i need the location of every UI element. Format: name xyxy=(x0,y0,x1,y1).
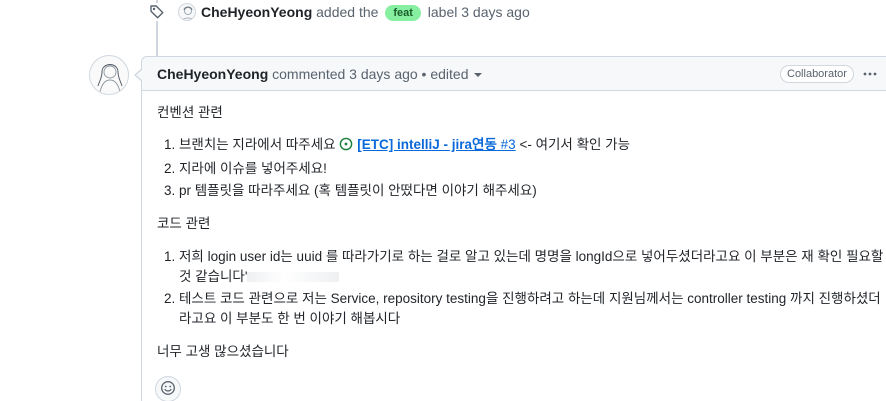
tag-icon xyxy=(148,3,166,21)
kebab-horizontal-icon[interactable] xyxy=(862,66,878,82)
comment-author-link[interactable]: CheHyeonYeong xyxy=(157,66,268,82)
event-action-suffix: label 3 days ago xyxy=(427,4,530,20)
smiley-icon xyxy=(160,380,176,399)
list-item: 저희 login user id는 uuid 를 따라가기로 하는 걸로 알고 … xyxy=(179,247,886,287)
event-actor-avatar[interactable] xyxy=(178,3,196,21)
list-item: pr 템플릿을 따라주세요 (혹 템플릿이 안떴다면 이야기 해주세요) xyxy=(179,181,886,201)
convention-list: 브랜치는 지라에서 따주세요 [ETC] intelliJ - jira연동 #… xyxy=(157,135,886,203)
list-item: 테스트 코드 관련으로 저는 Service, repository testi… xyxy=(179,289,886,329)
event-actor-link[interactable]: CheHyeonYeong xyxy=(201,4,312,20)
issue-link[interactable]: [ETC] intelliJ - jira연동 #3 xyxy=(357,137,515,152)
comment-author-avatar[interactable] xyxy=(89,55,129,95)
issue-opened-icon xyxy=(339,137,353,157)
comment-header-text: CheHyeonYeong commented 3 days ago • edi… xyxy=(157,66,482,82)
label-badge[interactable]: feat xyxy=(385,5,421,21)
event-text: CheHyeonYeong added the feat label 3 day… xyxy=(201,3,530,21)
event-action-prefix: added the xyxy=(316,4,379,20)
label-event: CheHyeonYeong added the feat label 3 day… xyxy=(0,0,886,24)
triangle-down-icon[interactable] xyxy=(473,73,482,77)
section-heading-code: 코드 관련 xyxy=(157,216,211,231)
comment-card: CheHyeonYeong commented 3 days ago • edi… xyxy=(134,56,886,401)
list-item: 지라에 이슈를 넣어주세요! xyxy=(179,159,886,179)
add-reaction-button[interactable] xyxy=(155,376,181,401)
section-heading-convention: 컨벤션 관련 xyxy=(157,105,223,120)
comment-meta[interactable]: commented 3 days ago • edited xyxy=(272,66,468,82)
closing-text: 너무 고생 많으셨습니다 xyxy=(157,344,289,359)
code-list: 저희 login user id는 uuid 를 따라가기로 하는 걸로 알고 … xyxy=(157,247,886,331)
comment-header: CheHyeonYeong commented 3 days ago • edi… xyxy=(142,57,886,91)
redacted-text xyxy=(247,272,340,282)
list-item: 브랜치는 지라에서 따주세요 [ETC] intelliJ - jira연동 #… xyxy=(179,135,886,157)
collaborator-badge: Collaborator xyxy=(780,65,854,83)
